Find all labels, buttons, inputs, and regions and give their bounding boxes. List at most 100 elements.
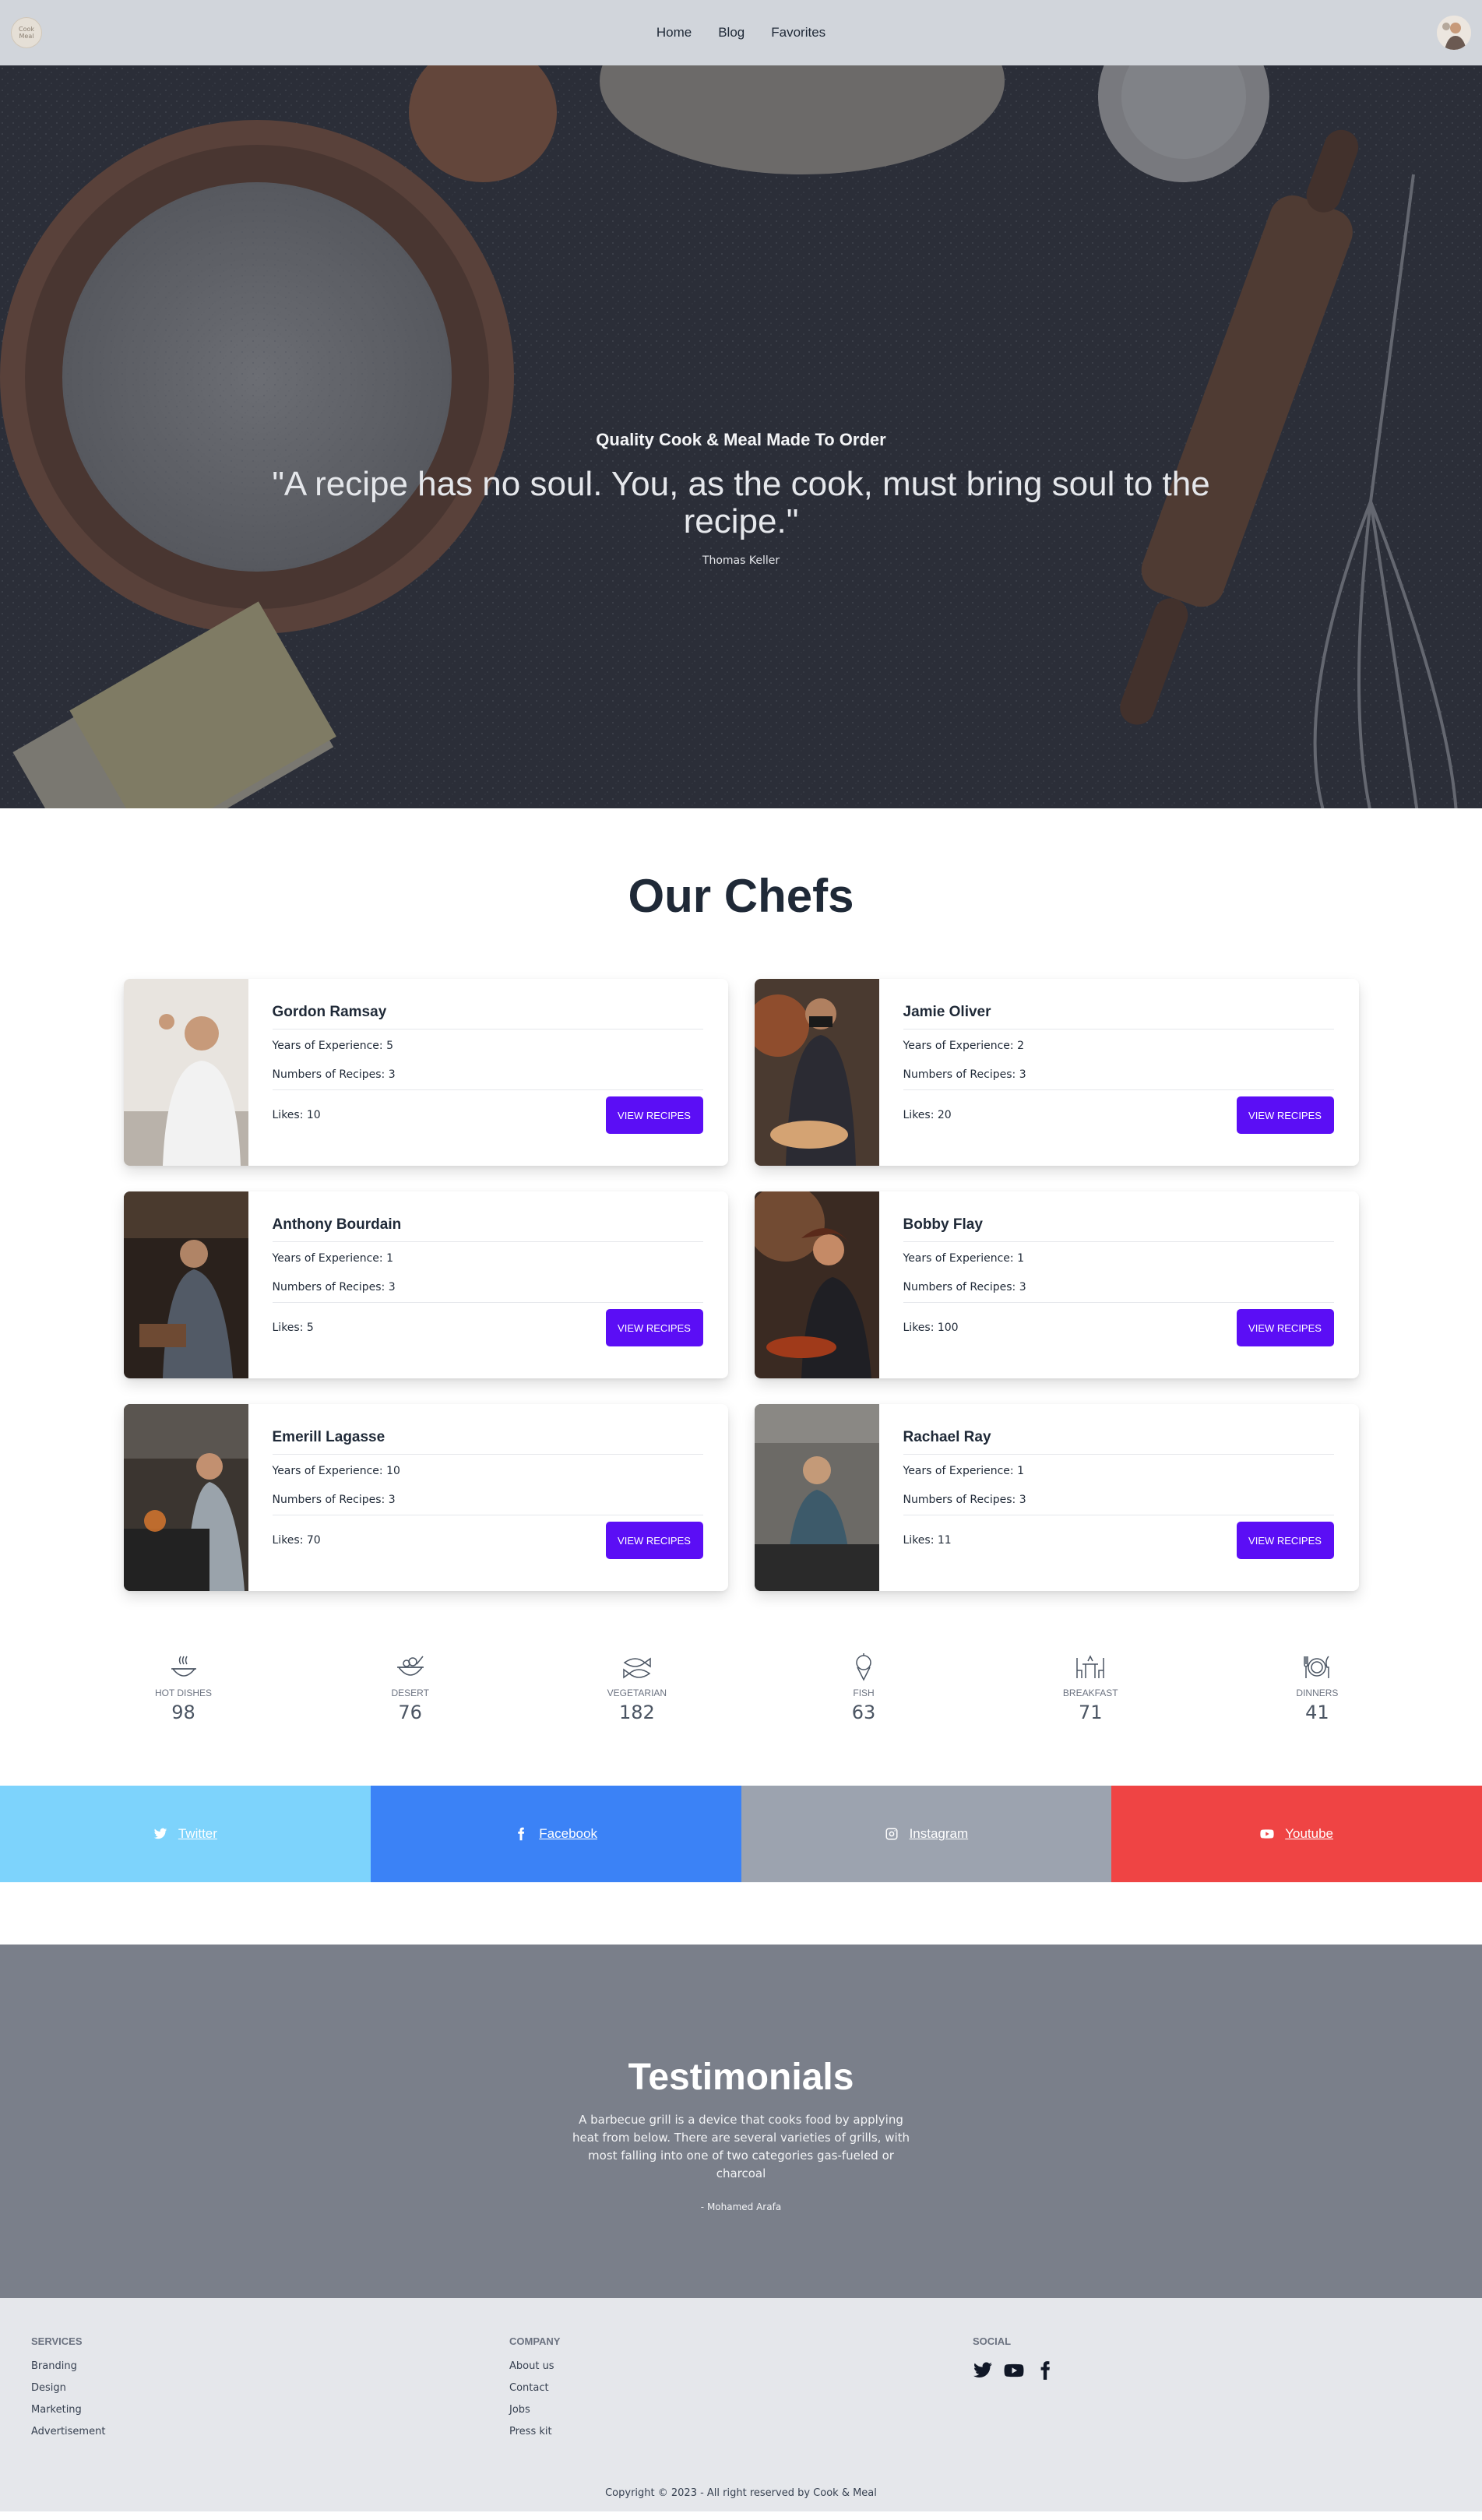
chef-card: Rachael Ray Years of Experience: 1 Numbe… — [754, 1404, 1359, 1591]
social-bar: Twitter Facebook Instagram Youtube — [0, 1786, 1482, 1882]
twitter-button[interactable]: Twitter — [0, 1786, 371, 1882]
chef-recipes-count: Numbers of Recipes: 3 — [903, 1281, 1334, 1303]
chef-recipes-count: Numbers of Recipes: 3 — [272, 1281, 703, 1303]
chef-recipes-count: Numbers of Recipes: 3 — [272, 1494, 703, 1515]
chef-name: Jamie Oliver — [903, 1004, 1334, 1029]
chef-recipes-count: Numbers of Recipes: 3 — [272, 1068, 703, 1090]
footer-link-about[interactable]: About us — [509, 2360, 560, 2372]
chef-recipes-count: Numbers of Recipes: 3 — [903, 1068, 1334, 1090]
category-count: 98 — [171, 1702, 195, 1723]
chef-photo-image — [123, 1404, 248, 1591]
site-footer: SERVICES Branding Design Marketing Adver… — [0, 2298, 1482, 2511]
ice-cream-icon — [856, 1653, 871, 1681]
view-recipes-button[interactable]: VIEW RECIPES — [605, 1096, 703, 1134]
category-label: VEGETARIAN — [607, 1688, 667, 1698]
instagram-button[interactable]: Instagram — [741, 1786, 1112, 1882]
footer-services-column: SERVICES Branding Design Marketing Adver… — [31, 2335, 105, 2448]
category-hot-dishes[interactable]: HOT DISHES 98 — [137, 1652, 231, 1723]
youtube-icon — [1260, 1829, 1274, 1839]
chef-likes: Likes: 5 — [272, 1322, 314, 1334]
chef-name: Rachael Ray — [903, 1429, 1334, 1455]
youtube-label: Youtube — [1285, 1826, 1334, 1841]
user-avatar[interactable] — [1437, 16, 1471, 50]
view-recipes-button[interactable]: VIEW RECIPES — [605, 1309, 703, 1346]
view-recipes-button[interactable]: VIEW RECIPES — [605, 1522, 703, 1559]
view-recipes-button[interactable]: VIEW RECIPES — [1236, 1096, 1334, 1134]
chef-photo — [123, 979, 248, 1166]
category-count: 41 — [1305, 1702, 1329, 1723]
testimonial-text: A barbecue grill is a device that cooks … — [572, 2113, 910, 2180]
category-label: DINNERS — [1296, 1688, 1339, 1698]
footer-social-column: SOCIAL — [973, 2335, 1055, 2381]
chef-footer: Likes: 11 VIEW RECIPES — [903, 1522, 1334, 1559]
table-chairs-icon — [1076, 1655, 1104, 1678]
chef-experience: Years of Experience: 1 — [903, 1252, 1024, 1265]
chef-info: Anthony Bourdain Years of Experience: 1 … — [248, 1191, 728, 1378]
facebook-icon[interactable] — [1035, 2360, 1055, 2381]
hero-banner: Quality Cook & Meal Made To Order "A rec… — [0, 65, 1482, 808]
chef-info: Emerill Lagasse Years of Experience: 10 … — [248, 1404, 728, 1591]
fish-pair-icon — [623, 1657, 651, 1679]
chef-grid: Gordon Ramsay Years of Experience: 5 Num… — [123, 979, 1359, 1591]
facebook-label: Facebook — [539, 1826, 597, 1841]
chef-info: Bobby Flay Years of Experience: 1 Number… — [879, 1191, 1359, 1378]
chef-photo — [123, 1404, 248, 1591]
facebook-icon — [518, 1827, 525, 1841]
chef-likes: Likes: 100 — [903, 1322, 959, 1334]
testimonial-author: - Mohamed Arafa — [700, 2201, 782, 2212]
hero-content: Quality Cook & Meal Made To Order "A rec… — [0, 430, 1482, 567]
chef-photo — [754, 1404, 879, 1591]
chef-card: Bobby Flay Years of Experience: 1 Number… — [754, 1191, 1359, 1378]
chef-info: Jamie Oliver Years of Experience: 2 Numb… — [879, 979, 1359, 1166]
category-fish[interactable]: FISH 63 — [817, 1652, 910, 1723]
chef-likes: Likes: 20 — [903, 1109, 952, 1121]
footer-link-marketing[interactable]: Marketing — [31, 2404, 105, 2416]
category-count: 71 — [1078, 1702, 1103, 1723]
nav-link-favorites[interactable]: Favorites — [771, 25, 825, 40]
footer-link-advertisement[interactable]: Advertisement — [31, 2426, 105, 2437]
category-dinners[interactable]: DINNERS 41 — [1270, 1652, 1364, 1723]
footer-link-jobs[interactable]: Jobs — [509, 2404, 560, 2416]
chef-info: Rachael Ray Years of Experience: 1 Numbe… — [879, 1404, 1359, 1591]
chef-name: Anthony Bourdain — [272, 1216, 703, 1242]
footer-link-branding[interactable]: Branding — [31, 2360, 105, 2372]
facebook-button[interactable]: Facebook — [370, 1786, 741, 1882]
category-label: HOT DISHES — [154, 1688, 213, 1698]
chef-name: Bobby Flay — [903, 1216, 1334, 1242]
chef-footer: Likes: 10 VIEW RECIPES — [273, 1096, 703, 1134]
copyright-text: Copyright © 2023 - All right reserved by… — [605, 2487, 877, 2499]
chef-photo — [123, 1191, 248, 1378]
chef-experience: Years of Experience: 2 — [903, 1040, 1024, 1052]
chef-card: Jamie Oliver Years of Experience: 2 Numb… — [754, 979, 1359, 1166]
view-recipes-button[interactable]: VIEW RECIPES — [1236, 1522, 1334, 1559]
chef-info: Gordon Ramsay Years of Experience: 5 Num… — [248, 979, 728, 1166]
plate-cutlery-icon — [1304, 1656, 1330, 1678]
footer-company-column: COMPANY About us Contact Jobs Press kit — [509, 2335, 560, 2448]
chef-card: Emerill Lagasse Years of Experience: 10 … — [123, 1404, 728, 1591]
youtube-button[interactable]: Youtube — [1111, 1786, 1482, 1882]
chef-footer: Likes: 20 VIEW RECIPES — [903, 1096, 1334, 1134]
category-desert[interactable]: DESERT 76 — [364, 1652, 457, 1723]
view-recipes-button[interactable]: VIEW RECIPES — [1236, 1309, 1334, 1346]
twitter-label: Twitter — [178, 1826, 217, 1841]
footer-link-design[interactable]: Design — [31, 2382, 105, 2394]
chef-likes: Likes: 70 — [272, 1534, 321, 1547]
dessert-bowl-icon — [396, 1656, 424, 1676]
footer-link-press-kit[interactable]: Press kit — [509, 2426, 560, 2437]
footer-link-contact[interactable]: Contact — [509, 2382, 560, 2394]
chef-footer: Likes: 100 VIEW RECIPES — [903, 1309, 1334, 1346]
category-label: FISH — [853, 1688, 875, 1698]
twitter-icon[interactable] — [973, 2360, 993, 2381]
category-breakfast[interactable]: BREAKFAST 71 — [1044, 1652, 1137, 1723]
nav-link-blog[interactable]: Blog — [718, 25, 745, 40]
category-stats: HOT DISHES 98 DESERT 76 VEGETARIAN 182 F… — [64, 1652, 1419, 1723]
testimonials-title: Testimonials — [628, 2057, 854, 2098]
nav-link-home[interactable]: Home — [657, 25, 692, 40]
hero-quote-author: Thomas Keller — [702, 554, 780, 567]
hot-dish-icon — [171, 1656, 196, 1677]
category-vegetarian[interactable]: VEGETARIAN 182 — [590, 1652, 684, 1723]
chef-photo — [754, 1191, 879, 1378]
chef-card: Gordon Ramsay Years of Experience: 5 Num… — [123, 979, 728, 1166]
youtube-icon[interactable] — [1004, 2360, 1024, 2381]
site-logo[interactable]: Cook Meal — [11, 17, 42, 48]
